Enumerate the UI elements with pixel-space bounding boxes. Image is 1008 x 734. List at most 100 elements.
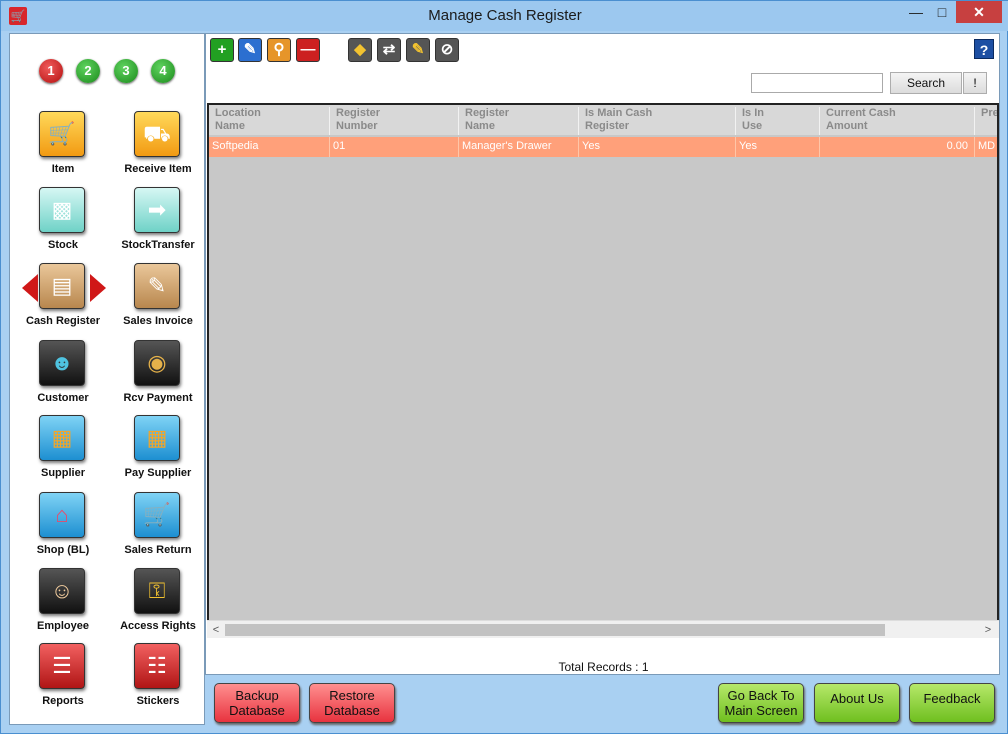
nav-reports-label: Reports [42, 695, 84, 707]
go-back-main-screen-button[interactable]: Go Back To Main Screen [718, 683, 804, 723]
nav-supplier-label: Supplier [40, 467, 85, 479]
column-header-label: Register Number [336, 107, 381, 132]
column-header[interactable]: Register Number [330, 107, 459, 135]
nav-sales-return-label: Sales Return [124, 544, 192, 556]
nav-pay-supplier-label: Pay Supplier [124, 467, 192, 479]
column-header[interactable]: Register Name [459, 107, 579, 135]
shop-house-icon: ⌂ [39, 492, 85, 538]
backup-database-button[interactable]: Backup Database [214, 683, 300, 723]
clear-search-button[interactable]: ! [963, 72, 987, 94]
table-cell: MD [975, 137, 997, 157]
box-transfer-icon: ➡ [134, 187, 180, 233]
cash-register-table: Location Name Register Number Register N… [207, 103, 999, 638]
table-row[interactable]: Softpedia 01 Manager's Drawer Yes Yes 0.… [209, 137, 997, 157]
truck-icon: ⛟ [134, 111, 180, 157]
about-us-button[interactable]: About Us [814, 683, 900, 723]
minimize-button[interactable]: — [903, 1, 929, 23]
transfer-icon[interactable]: ⇄ [377, 38, 401, 62]
nav-sales-return[interactable]: 🛒 Sales Return [110, 492, 200, 564]
nav-rcv-payment[interactable]: ◉ Rcv Payment [110, 340, 200, 412]
delete-icon[interactable]: — [296, 38, 320, 62]
table-cell: 0.00 [820, 137, 975, 157]
scroll-left-icon[interactable]: < [209, 623, 223, 637]
nav-employee-label: Employee [37, 620, 89, 632]
column-header[interactable]: Current Cash Amount [820, 107, 975, 135]
nav-access-rights-label: Access Rights [120, 620, 196, 632]
employee-icon: ☺ [39, 568, 85, 614]
nav-receive-item[interactable]: ⛟ Receive Item [110, 111, 200, 183]
cart-return-icon: 🛒 [134, 492, 180, 538]
nav-stock[interactable]: ▩ Stock [15, 187, 105, 259]
nav-sales-invoice-label: Sales Invoice [123, 315, 193, 327]
column-header-label: Location Name [215, 107, 261, 132]
add-icon[interactable]: + [210, 38, 234, 62]
nav-access-rights[interactable]: ⚿ Access Rights [110, 568, 200, 640]
nav-sales-invoice[interactable]: ✎ Sales Invoice [110, 263, 200, 335]
search-button[interactable]: Search [890, 72, 962, 94]
restore-database-button[interactable]: Restore Database [309, 683, 395, 723]
search-icon[interactable]: ⚲ [267, 38, 291, 62]
title-bar: 🛒 Manage Cash Register — □ ✕ [1, 1, 1008, 31]
factory-pay-icon: ▦ [134, 415, 180, 461]
nav-shop[interactable]: ⌂ Shop (BL) [15, 492, 105, 564]
scroll-thumb[interactable] [225, 624, 885, 636]
nav-customer[interactable]: ☻ Customer [15, 340, 105, 412]
step-1-button[interactable]: 1 [39, 59, 63, 83]
column-header-label: Register Name [465, 107, 510, 132]
feedback-button[interactable]: Feedback [909, 683, 995, 723]
column-header[interactable]: Pre [975, 107, 999, 135]
factory-icon: ▦ [39, 415, 85, 461]
close-button[interactable]: ✕ [956, 1, 1002, 23]
lock-key-icon: ⚿ [134, 568, 180, 614]
column-header-label: Pre [981, 107, 999, 119]
nav-item[interactable]: 🛒 Item [15, 111, 105, 183]
nav-stickers[interactable]: ☷ Stickers [110, 643, 200, 715]
left-nav-pane: 1 2 3 4 🛒 Item ⛟ Receive Item ▩ Stock ➡ … [9, 33, 205, 725]
table-cell: Softpedia [209, 137, 330, 157]
invoice-icon: ✎ [134, 263, 180, 309]
nav-stock-transfer-label: StockTransfer [121, 239, 195, 251]
column-header[interactable]: Is Main Cash Register [579, 107, 736, 135]
app-window: 🛒 Manage Cash Register — □ ✕ 1 2 3 4 🛒 I… [0, 0, 1008, 734]
edit-icon[interactable]: ✎ [238, 38, 262, 62]
horizontal-scrollbar[interactable]: < > [207, 620, 999, 638]
nav-supplier[interactable]: ▦ Supplier [15, 415, 105, 487]
step-2-button[interactable]: 2 [76, 59, 100, 83]
table-header: Location Name Register Number Register N… [209, 105, 999, 135]
table-cell: Manager's Drawer [459, 137, 579, 157]
nav-reports[interactable]: ☰ Reports [15, 643, 105, 715]
nav-rcv-payment-label: Rcv Payment [123, 392, 193, 404]
table-cell: Yes [579, 137, 736, 157]
search-input[interactable] [751, 73, 883, 93]
column-header-label: Is Main Cash Register [585, 107, 653, 132]
column-header-label: Current Cash Amount [826, 107, 896, 132]
column-header-label: Is In Use [742, 107, 765, 132]
maximize-button[interactable]: □ [929, 1, 955, 23]
nav-receive-item-label: Receive Item [124, 163, 192, 175]
nav-cash-register[interactable]: ▤ Cash Register [15, 263, 105, 335]
nav-stock-transfer[interactable]: ➡ StockTransfer [110, 187, 200, 259]
hand-truck-icon: ▩ [39, 187, 85, 233]
nav-employee[interactable]: ☺ Employee [15, 568, 105, 640]
scroll-right-icon[interactable]: > [981, 623, 995, 637]
help-button[interactable]: ? [974, 39, 994, 59]
step-3-button[interactable]: 3 [114, 59, 138, 83]
note-icon[interactable]: ✎ [406, 38, 430, 62]
nav-stickers-label: Stickers [136, 695, 180, 707]
scroll-report-icon: ☰ [39, 643, 85, 689]
table-cell: 01 [330, 137, 459, 157]
nav-cash-register-label: Cash Register [26, 315, 100, 327]
nav-pay-supplier[interactable]: ▦ Pay Supplier [110, 415, 200, 487]
coins-icon: ◉ [134, 340, 180, 386]
nav-stock-label: Stock [48, 239, 78, 251]
stack-icon[interactable]: ◆ [348, 38, 372, 62]
cash-register-icon: ▤ [39, 263, 85, 309]
cancel-icon[interactable]: ⊘ [435, 38, 459, 62]
main-pane: + ✎ ⚲ — ◆ ⇄ ✎ ⊘ ? Search ! Location Name… [205, 33, 1000, 675]
step-4-button[interactable]: 4 [151, 59, 175, 83]
shopping-cart-icon: 🛒 [39, 111, 85, 157]
column-header[interactable]: Is In Use [736, 107, 820, 135]
window-title: Manage Cash Register [428, 7, 582, 24]
column-header[interactable]: Location Name [209, 107, 330, 135]
table-cell: Yes [736, 137, 820, 157]
